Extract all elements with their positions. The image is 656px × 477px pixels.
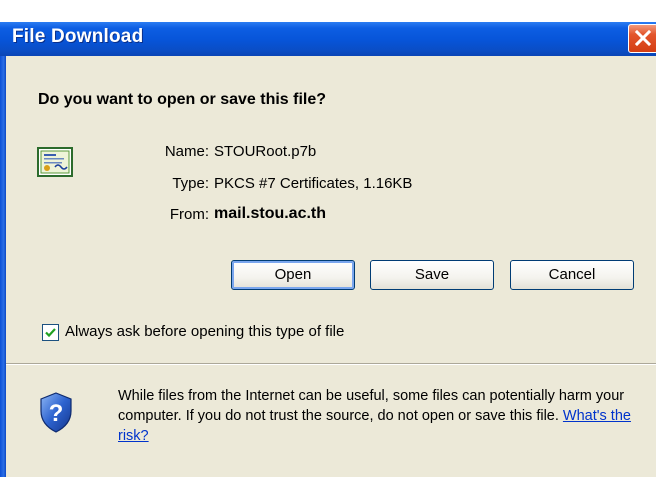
shield-question-icon: ? [40, 392, 72, 433]
type-label: Type: [172, 175, 209, 192]
name-label: Name: [164, 143, 209, 160]
from-label: From: [169, 206, 209, 223]
dialog-question: Do you want to open or save this file? [38, 91, 327, 108]
file-download-dialog: File Download Do you want to open or sav… [0, 0, 656, 477]
warning-text: While files from the Internet can be use… [118, 388, 625, 424]
divider-highlight [6, 364, 656, 365]
security-warning: While files from the Internet can be use… [118, 386, 638, 446]
window-title: File Download [12, 26, 144, 47]
file-type-value: PKCS #7 Certificates, 1.16KB [214, 175, 413, 192]
close-button[interactable] [628, 24, 656, 53]
close-icon [635, 30, 651, 46]
cancel-button[interactable]: Cancel [510, 260, 634, 290]
file-source-value: mail.stou.ac.th [214, 205, 327, 222]
file-name-value: STOURoot.p7b [214, 143, 317, 160]
open-button[interactable]: Open [231, 260, 355, 290]
checkmark-icon [45, 328, 56, 338]
always-ask-checkbox[interactable] [42, 324, 59, 341]
certificate-icon [37, 147, 73, 177]
title-bar[interactable]: File Download [0, 22, 656, 56]
svg-text:?: ? [49, 400, 64, 427]
dialog-body: Do you want to open or save this file? N… [6, 56, 656, 477]
always-ask-label[interactable]: Always ask before opening this type of f… [65, 323, 344, 340]
save-button[interactable]: Save [370, 260, 494, 290]
